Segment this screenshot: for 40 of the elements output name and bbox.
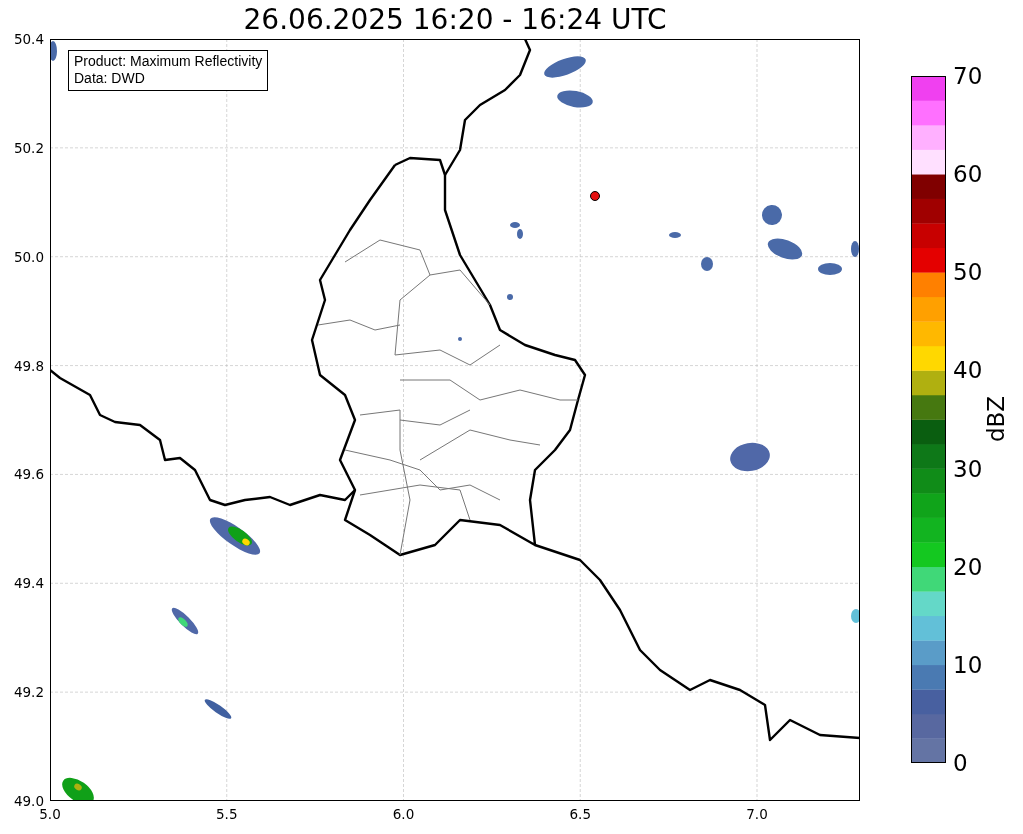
legend-text: Data: DWD <box>74 70 146 87</box>
legend-text: Product: Maximum Reflectivity <box>74 53 263 70</box>
y-tick-label: 50.0 <box>13 248 44 265</box>
y-tick-label: 50.4 <box>13 31 44 47</box>
y-tick-label: 50.2 <box>13 139 44 156</box>
radar-echo <box>851 609 860 623</box>
y-tick-label: 49.6 <box>13 466 44 483</box>
x-tick-label: 5.5 <box>216 806 238 822</box>
x-tick-label: 6.5 <box>569 806 591 822</box>
radar-echo <box>507 294 513 300</box>
radar-echo <box>767 238 803 260</box>
colorbar-tick-label: 30 <box>953 455 983 482</box>
radar-echo <box>762 205 782 225</box>
radar-echo <box>730 442 770 472</box>
colorbar-tick-label: 60 <box>953 161 983 188</box>
radar-echo <box>851 241 859 257</box>
y-tick-label: 49.0 <box>13 793 44 809</box>
y-tick-label: 49.2 <box>13 684 44 701</box>
y-tick-label: 49.8 <box>13 357 44 374</box>
colorbar-tick-label: 70 <box>953 63 983 89</box>
location-marker <box>590 191 600 201</box>
radar-echo <box>458 337 462 341</box>
radar-echo <box>50 41 57 61</box>
colorbar-tick-label: 40 <box>953 357 983 384</box>
radar-echo <box>204 699 232 719</box>
radar-echo <box>544 56 586 78</box>
x-tick-label: 5.0 <box>39 806 61 822</box>
radar-echo <box>557 90 593 108</box>
colorbar-tick-label: 50 <box>953 259 983 286</box>
chart-title: 26.06.2025 16:20 - 16:24 UTC <box>242 2 668 38</box>
radar-echo <box>669 232 681 238</box>
colorbar-tick-label: 10 <box>953 651 983 678</box>
colorbar-tick-label: 20 <box>953 553 983 580</box>
y-tick-label: 49.4 <box>13 575 44 592</box>
x-tick-label: 7.0 <box>746 806 768 822</box>
radar-echo <box>818 263 842 275</box>
x-tick-label: 6.0 <box>392 806 415 822</box>
radar-echo <box>701 257 713 271</box>
colorbar-tick-label: 0 <box>953 750 968 776</box>
colorbar-label: dBZ <box>983 395 1009 443</box>
